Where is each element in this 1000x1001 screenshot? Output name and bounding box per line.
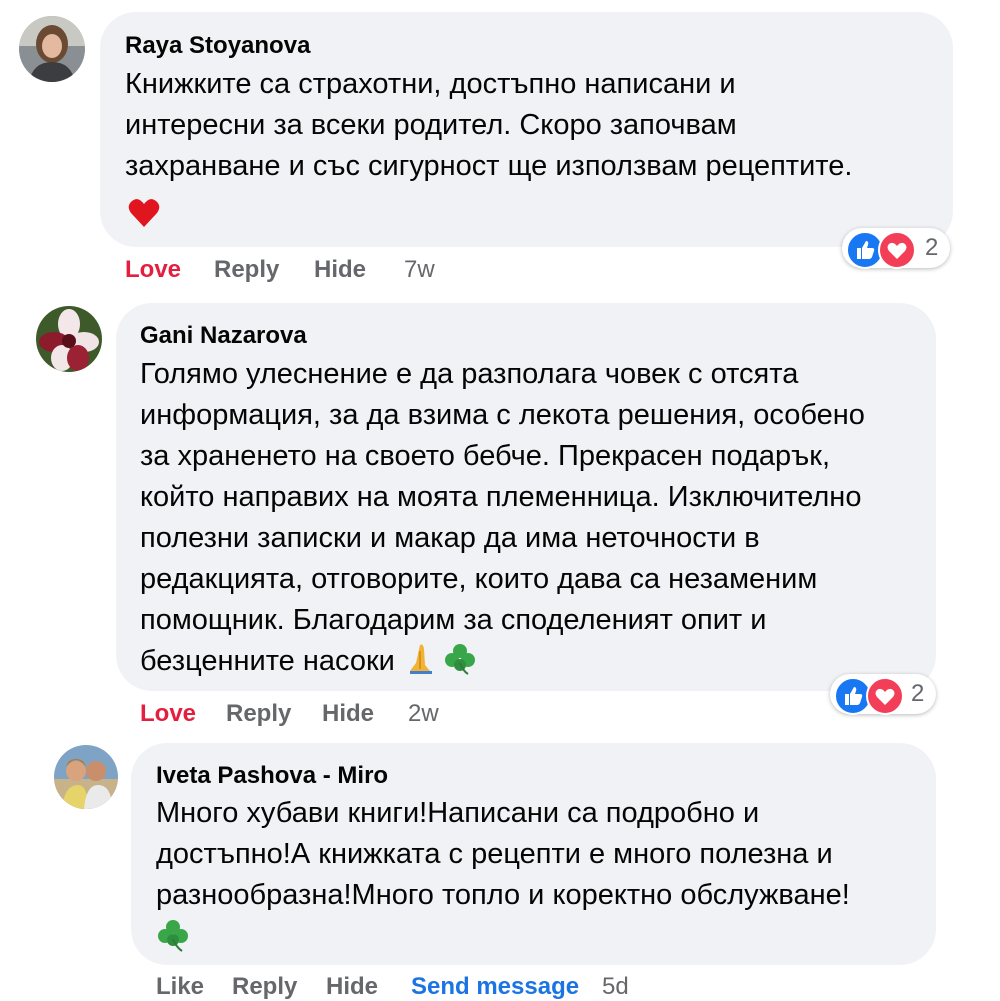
heart-emoji (127, 196, 161, 230)
comment-timestamp[interactable]: 2w (408, 700, 439, 728)
shamrock-emoji (155, 918, 191, 952)
love-button[interactable]: Love (140, 700, 196, 728)
send-message-button[interactable]: Send message (411, 973, 579, 1001)
pray-and-shamrock-emoji (408, 641, 484, 675)
comment-text: Много хубави книги!Написани са подробно … (156, 797, 850, 911)
love-button[interactable]: Love (125, 256, 181, 284)
comment-text: Книжките са страхотни, достъпно написани… (125, 68, 853, 182)
comment-author[interactable]: Iveta Pashova - Miro (156, 762, 388, 790)
reply-button[interactable]: Reply (226, 700, 291, 728)
comment-author[interactable]: Gani Nazarova (140, 322, 307, 350)
comment-timestamp[interactable]: 7w (404, 256, 435, 284)
hide-button[interactable]: Hide (322, 700, 374, 728)
like-button[interactable]: Like (156, 973, 204, 1001)
hide-button[interactable]: Hide (326, 973, 378, 1001)
love-icon (878, 231, 916, 269)
comment-author[interactable]: Raya Stoyanova (125, 32, 310, 60)
hide-button[interactable]: Hide (314, 256, 366, 284)
reaction-summary[interactable]: 2 (842, 228, 950, 269)
reaction-count: 2 (911, 680, 925, 707)
reaction-count: 2 (925, 234, 939, 261)
comment-text: Голямо улеснение е да разполага човек с … (140, 358, 865, 677)
reply-button[interactable]: Reply (214, 256, 279, 284)
avatar[interactable] (36, 306, 102, 372)
reply-button[interactable]: Reply (232, 973, 297, 1001)
comment-timestamp[interactable]: 5d (602, 973, 629, 1001)
avatar[interactable] (19, 16, 85, 82)
avatar[interactable] (54, 745, 118, 809)
love-icon (866, 677, 904, 715)
reaction-summary[interactable]: 2 (830, 674, 936, 715)
